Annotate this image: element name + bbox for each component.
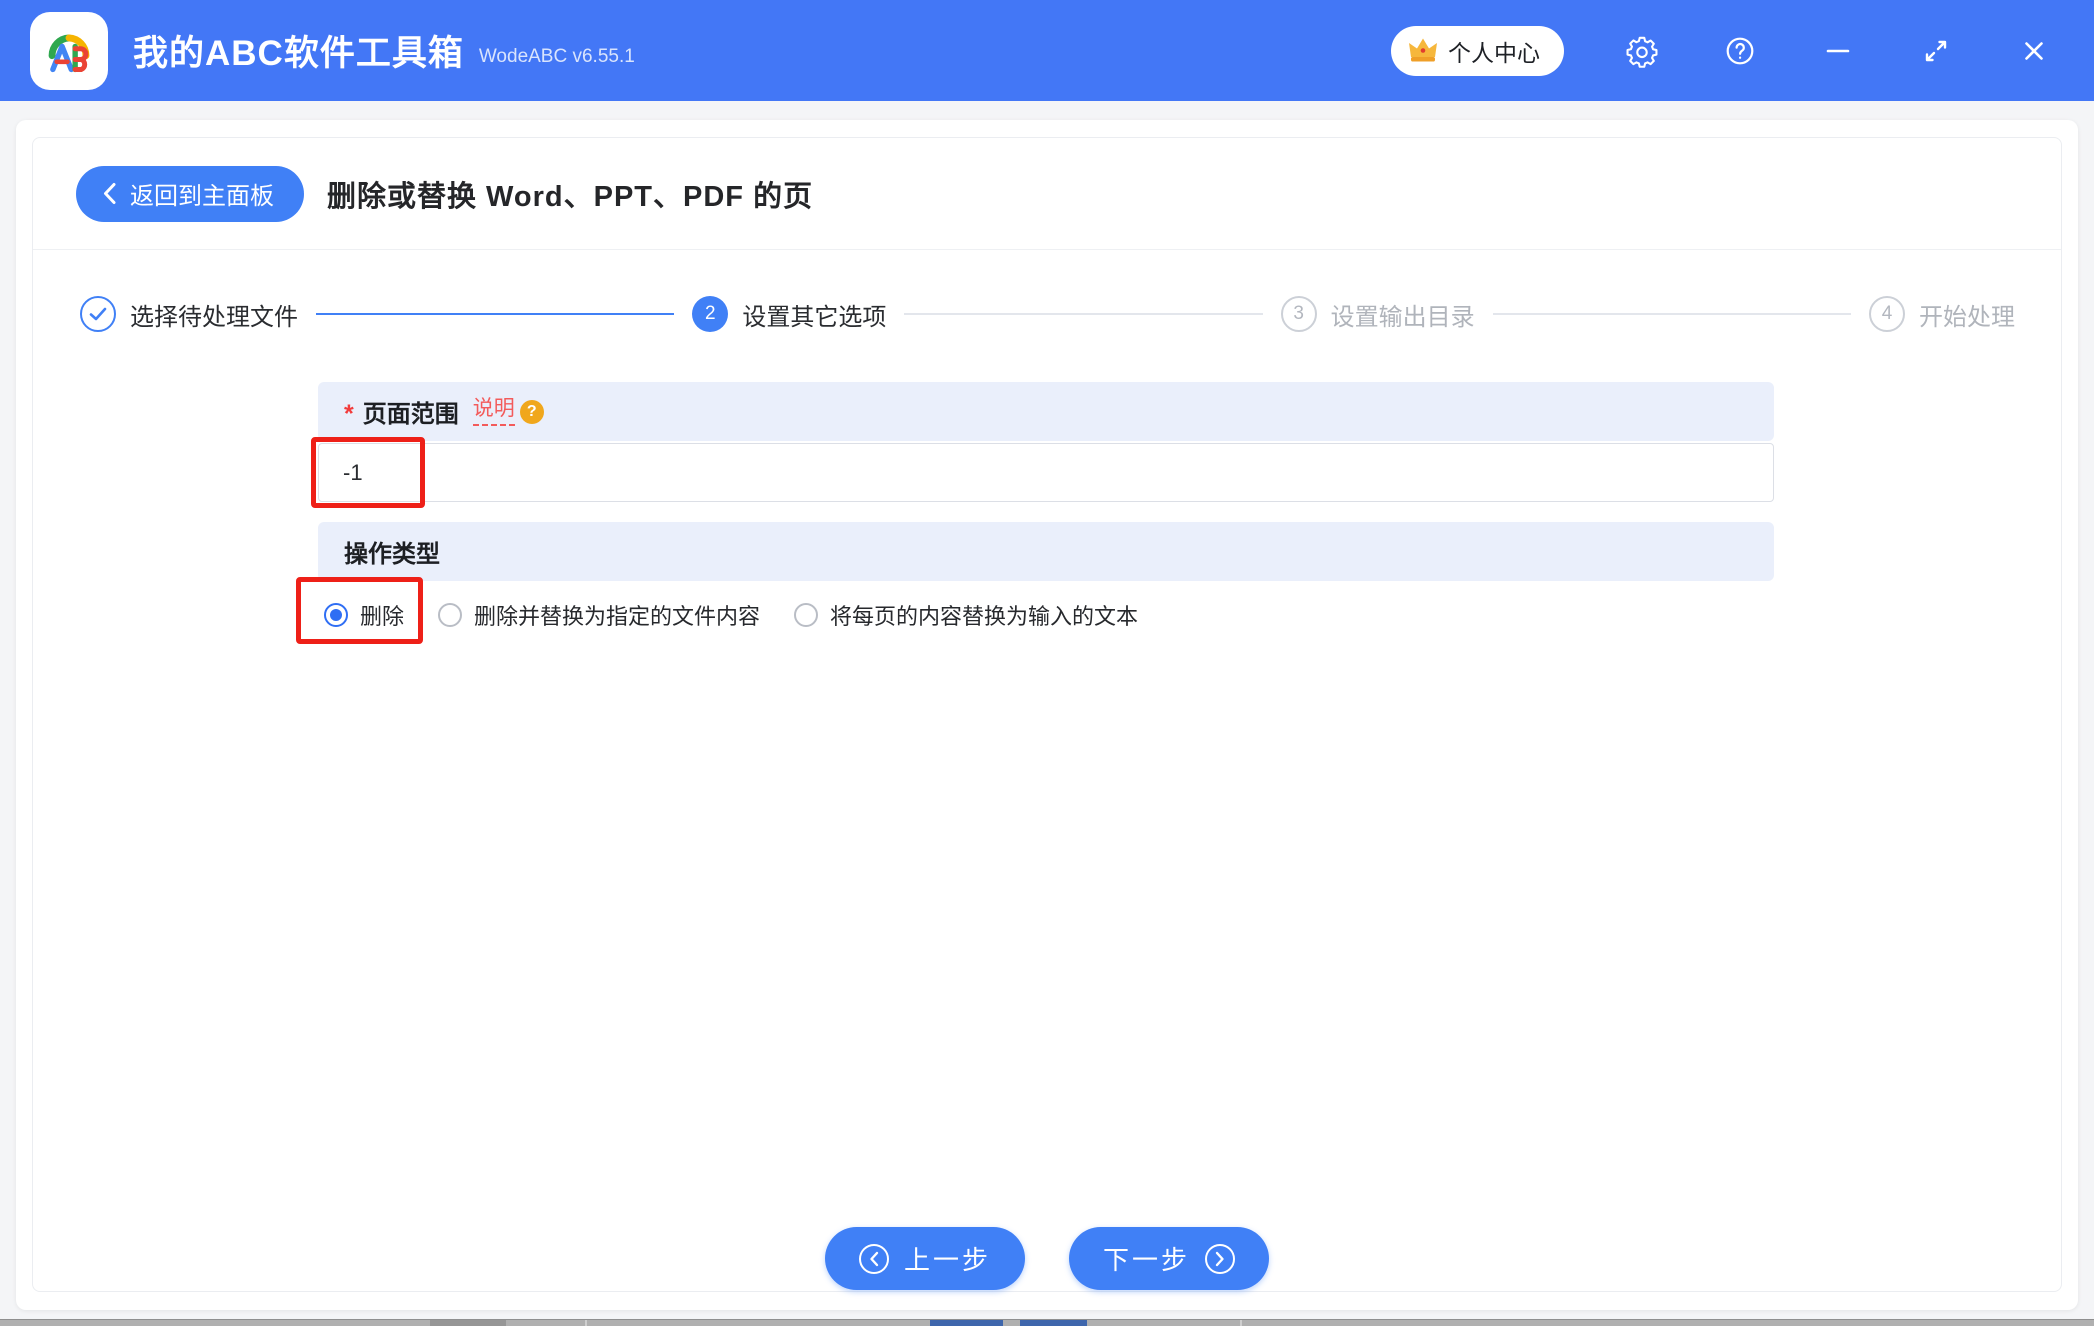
step-2-number: 2 bbox=[692, 296, 728, 332]
app-header: 我的ABC软件工具箱 WodeABC v6.55.1 个人中心 bbox=[0, 0, 2094, 101]
radio-option-replace-with-text[interactable]: 将每页的内容替换为输入的文本 bbox=[794, 599, 1138, 631]
app-logo-icon bbox=[30, 12, 108, 90]
wizard-stepper: 选择待处理文件 2 设置其它选项 3 设置输出目录 4 开始处理 bbox=[80, 296, 2015, 332]
step-1-check-icon bbox=[80, 296, 116, 332]
radio-option-replace-with-text-label: 将每页的内容替换为输入的文本 bbox=[830, 599, 1138, 631]
page-title: 删除或替换 Word、PPT、PDF 的页 bbox=[327, 173, 813, 215]
step-1-label: 选择待处理文件 bbox=[130, 297, 298, 332]
app-version: WodeABC v6.55.1 bbox=[479, 46, 635, 68]
back-button[interactable]: 返回到主面板 bbox=[76, 166, 304, 222]
page-range-input[interactable] bbox=[318, 443, 1774, 502]
question-badge-icon[interactable]: ? bbox=[520, 400, 544, 424]
circle-chevron-left-icon bbox=[859, 1244, 889, 1274]
user-center-button[interactable]: 个人中心 bbox=[1391, 26, 1564, 76]
taskbar-item[interactable] bbox=[1020, 1320, 1087, 1326]
radio-option-delete[interactable]: 删除 bbox=[324, 599, 404, 631]
page-range-section-header: * 页面范围 说明 ? bbox=[318, 382, 1774, 441]
step-3-label: 设置输出目录 bbox=[1331, 297, 1475, 332]
close-icon bbox=[2018, 35, 2050, 67]
taskbar-divider bbox=[1240, 1320, 1242, 1326]
step-4-start: 4 开始处理 bbox=[1869, 296, 2015, 332]
step-4-label: 开始处理 bbox=[1919, 297, 2015, 332]
taskbar-divider bbox=[585, 1320, 587, 1326]
main-card: 返回到主面板 删除或替换 Word、PPT、PDF 的页 选择待处理文件 2 bbox=[16, 120, 2078, 1310]
crown-icon bbox=[1407, 36, 1439, 65]
titlebar-controls: 个人中心 bbox=[1391, 26, 2054, 76]
user-center-label: 个人中心 bbox=[1448, 34, 1540, 68]
options-form: * 页面范围 说明 ? 操作类型 删除 删除并替换为指定的文件内容 bbox=[318, 382, 1774, 637]
next-step-label: 下一步 bbox=[1103, 1240, 1190, 1277]
settings-button[interactable] bbox=[1622, 31, 1662, 71]
gear-icon bbox=[1625, 34, 1659, 68]
required-asterisk: * bbox=[344, 400, 354, 429]
resize-arrows-icon bbox=[1920, 35, 1952, 67]
resize-button[interactable] bbox=[1916, 31, 1956, 71]
close-button[interactable] bbox=[2014, 31, 2054, 71]
radio-unselected-icon bbox=[794, 603, 818, 627]
app-title: 我的ABC软件工具箱 bbox=[133, 25, 464, 76]
previous-step-label: 上一步 bbox=[904, 1240, 991, 1277]
help-icon bbox=[1724, 35, 1756, 67]
radio-option-replace-with-file[interactable]: 删除并替换为指定的文件内容 bbox=[438, 599, 760, 631]
radio-option-replace-with-file-label: 删除并替换为指定的文件内容 bbox=[474, 599, 760, 631]
back-button-label: 返回到主面板 bbox=[130, 176, 274, 211]
minimize-icon bbox=[1822, 35, 1854, 67]
previous-step-button[interactable]: 上一步 bbox=[825, 1227, 1025, 1290]
chevron-left-icon bbox=[102, 182, 117, 205]
page-range-help-link[interactable]: 说明 bbox=[473, 397, 515, 425]
next-step-button[interactable]: 下一步 bbox=[1069, 1227, 1269, 1290]
step-2-label: 设置其它选项 bbox=[742, 297, 886, 332]
wizard-nav: 上一步 下一步 bbox=[16, 1227, 2078, 1290]
help-button[interactable] bbox=[1720, 31, 1760, 71]
step-3-output-dir: 3 设置输出目录 bbox=[1281, 296, 1475, 332]
stepper-connector bbox=[904, 313, 1262, 315]
minimize-button[interactable] bbox=[1818, 31, 1858, 71]
radio-dot bbox=[330, 609, 342, 621]
radio-unselected-icon bbox=[438, 603, 462, 627]
operation-type-label: 操作类型 bbox=[344, 534, 440, 569]
taskbar-item[interactable] bbox=[930, 1320, 1003, 1326]
operation-type-radio-group: 删除 删除并替换为指定的文件内容 将每页的内容替换为输入的文本 bbox=[318, 593, 1774, 637]
step-4-number: 4 bbox=[1869, 296, 1905, 332]
step-3-number: 3 bbox=[1281, 296, 1317, 332]
tool-header-row: 返回到主面板 删除或替换 Word、PPT、PDF 的页 bbox=[33, 138, 2061, 250]
content-panel: 返回到主面板 删除或替换 Word、PPT、PDF 的页 选择待处理文件 2 bbox=[32, 137, 2062, 1292]
radio-option-delete-label: 删除 bbox=[360, 599, 404, 631]
operation-type-section-header: 操作类型 bbox=[318, 522, 1774, 581]
step-2-options: 2 设置其它选项 bbox=[692, 296, 886, 332]
app-window: 我的ABC软件工具箱 WodeABC v6.55.1 个人中心 bbox=[0, 0, 2094, 1326]
taskbar-item[interactable] bbox=[430, 1320, 506, 1326]
stepper-connector bbox=[316, 313, 674, 315]
circle-chevron-right-icon bbox=[1205, 1244, 1235, 1274]
radio-selected-icon bbox=[324, 603, 348, 627]
page-range-label: 页面范围 bbox=[363, 394, 459, 429]
taskbar-sliver bbox=[0, 1319, 2094, 1326]
step-1-select-files: 选择待处理文件 bbox=[80, 296, 298, 332]
stepper-connector bbox=[1493, 313, 1851, 315]
